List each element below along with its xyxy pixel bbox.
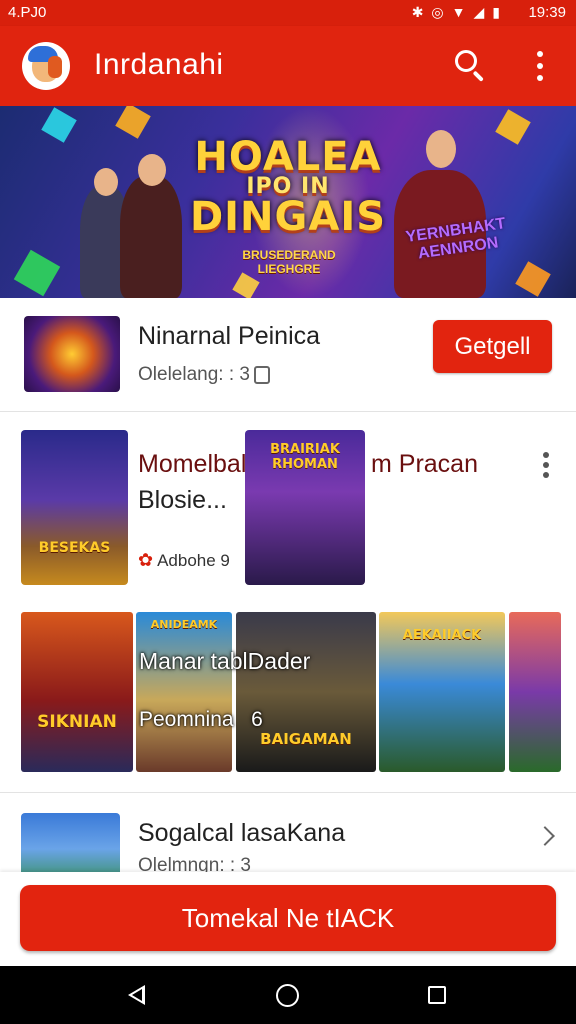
carousel-tile[interactable]: BAIGAMAN: [236, 612, 376, 772]
banner-shard: [115, 106, 151, 139]
app-title: Inrdanahi: [94, 48, 224, 81]
banner-subtitle: BRUSEDERAND LIEGHGRE: [242, 248, 336, 276]
game-card-title[interactable]: Momelbal: [138, 450, 246, 479]
bottom-action-area: Tomekal Ne tIACK: [0, 872, 576, 966]
card-more-icon[interactable]: [540, 452, 552, 482]
carousel-overlay-subtitle: Peomnina 6: [139, 708, 263, 731]
game-card-meta: ✿ Adbohe 9: [138, 550, 230, 570]
battery-icon: ▮: [492, 4, 500, 20]
game-carousel[interactable]: SIKNIAN ANIDEAMK BAIGAMAN AEKAIIACK Mana…: [0, 612, 576, 772]
carousel-overlay-badge: 6: [251, 708, 263, 731]
banner-shard: [41, 107, 77, 143]
chevron-right-icon[interactable]: [535, 826, 555, 846]
status-bar: 4.PJ0 ✱ ◎ ▼ ◢ ▮ 19:39: [0, 0, 576, 26]
app-list-thumbnail: [21, 813, 120, 872]
signal-icon: ◢: [473, 4, 485, 20]
status-left-text: 4.PJ0: [8, 4, 47, 21]
banner-title: HOALEA IPO IN DINGAIS: [189, 134, 387, 240]
alarm-icon: ◎: [431, 4, 444, 20]
bluetooth-icon: ✱: [411, 4, 424, 20]
game-card-thumbnail-a[interactable]: BESEKAS: [21, 430, 128, 585]
more-vert-icon[interactable]: [524, 46, 554, 86]
featured-app-thumbnail: [24, 316, 120, 392]
app-list-row[interactable]: Sogalcal lasaKana Olelmngn: : 3: [0, 792, 576, 872]
avatar[interactable]: [22, 42, 70, 90]
game-card-section: BESEKAS Momelbal BRAIRIAK RHOMAN m Praca…: [0, 412, 576, 792]
carousel-tile[interactable]: ANIDEAMK: [136, 612, 232, 772]
primary-action-button[interactable]: Tomekal Ne tIACK: [20, 885, 556, 951]
banner-hero-head: [426, 130, 456, 168]
banner-hero-head: [94, 168, 118, 196]
carousel-tile[interactable]: AEKAIIACK: [379, 612, 505, 772]
app-list-title: Sogalcal lasaKana: [138, 819, 346, 847]
avatar-hair: [48, 56, 62, 78]
get-button[interactable]: Getgell: [433, 320, 552, 373]
banner-shard: [13, 249, 61, 297]
status-time: 19:39: [528, 4, 566, 21]
hero-banner[interactable]: HOALEA IPO IN DINGAIS BRUSEDERAND LIEGHG…: [0, 106, 576, 298]
featured-app-title: Ninarnal Peinica: [138, 322, 321, 350]
game-card-subtitle: Blosie...: [138, 486, 227, 514]
recents-icon[interactable]: [428, 986, 446, 1004]
banner-hero-left-2: [120, 176, 182, 298]
featured-app-meta: Olelelang: : 3: [138, 364, 270, 386]
game-card-thumbnail-b[interactable]: BRAIRIAK RHOMAN: [245, 430, 365, 585]
back-icon-inner: [132, 989, 142, 1001]
status-icons: ✱ ◎ ▼ ◢ ▮: [412, 4, 500, 21]
game-card-title-suffix[interactable]: m Pracan: [371, 450, 478, 479]
rating-badge-icon: [253, 365, 270, 384]
app-list-meta: Olelmngn: : 3: [138, 855, 251, 872]
banner-shard: [495, 109, 531, 145]
carousel-overlay-title: Manar tablDader: [139, 648, 311, 674]
publisher-icon: ✿: [138, 550, 154, 570]
wifi-icon: ▼: [451, 4, 466, 20]
system-nav-bar: [0, 966, 576, 1024]
app-bar: Inrdanahi: [0, 26, 576, 106]
search-icon[interactable]: [450, 46, 490, 86]
home-icon[interactable]: [276, 984, 299, 1007]
featured-app-row[interactable]: Ninarnal Peinica Olelelang: : 3 Getgell: [0, 298, 576, 412]
banner-hero-head: [138, 154, 166, 186]
carousel-tile[interactable]: SIKNIAN: [21, 612, 133, 772]
banner-shard: [515, 261, 551, 297]
carousel-tile[interactable]: [509, 612, 561, 772]
